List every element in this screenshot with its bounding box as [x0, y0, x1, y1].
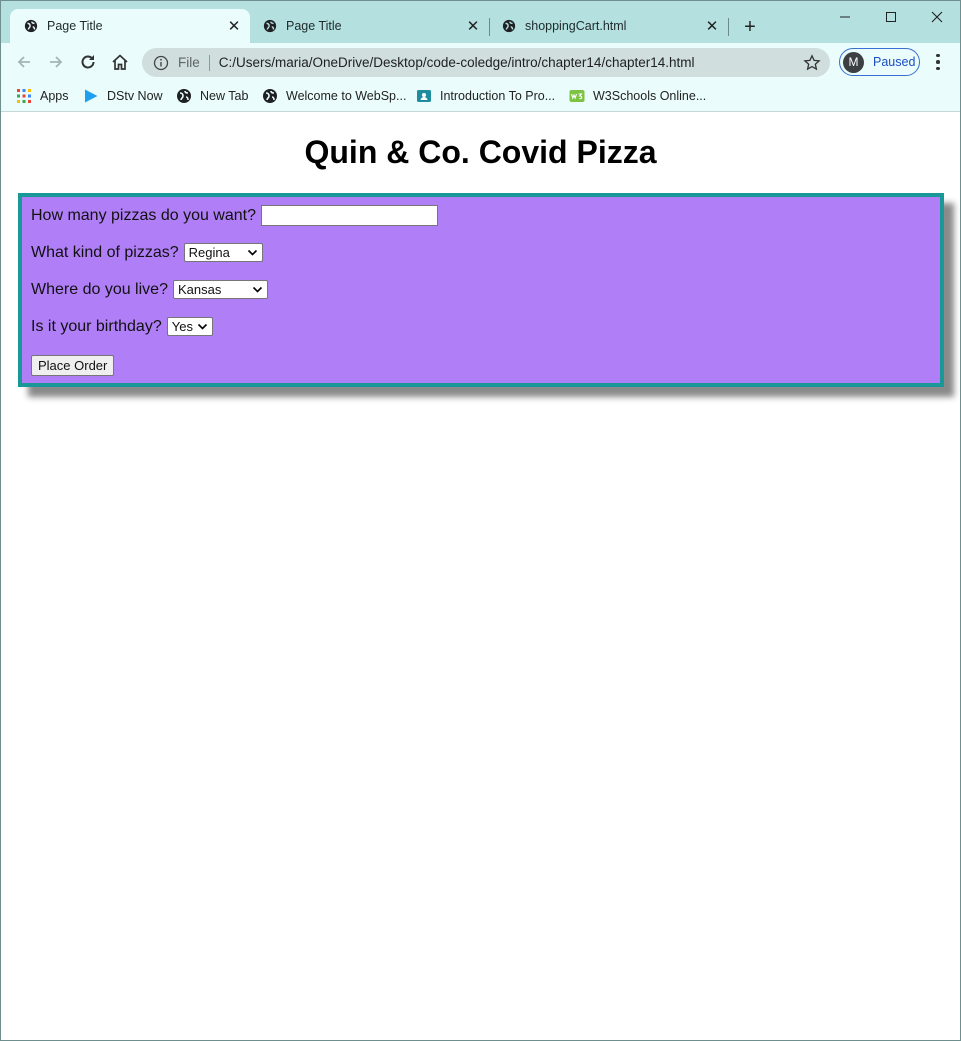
tab-page-title-1[interactable]: Page Title ✕ — [10, 9, 250, 43]
pizza-kind-select[interactable]: Regina — [183, 243, 263, 262]
bookmarks-bar: Apps DStv Now New Tab Welcome to WebSp..… — [1, 81, 960, 112]
close-window-button[interactable] — [914, 3, 960, 31]
pizza-kind-label: What kind of pizzas? — [31, 243, 179, 261]
browser-window: Page Title ✕ Page Title ✕ shoppingCart.h… — [0, 0, 961, 1041]
forward-arrow-icon — [50, 56, 63, 68]
apps-grid-icon — [17, 89, 31, 103]
bookmark-welcome-websp[interactable]: Welcome to WebSp... — [262, 85, 406, 107]
close-icon — [931, 11, 943, 23]
close-tab-icon[interactable]: ✕ — [463, 17, 483, 35]
maximize-button[interactable] — [868, 3, 914, 31]
quantity-row: How many pizzas do you want? — [31, 205, 438, 226]
globe-icon — [263, 89, 277, 103]
tab-title: Page Title — [286, 19, 342, 33]
minimize-icon — [840, 16, 850, 18]
birthday-select[interactable]: Yes — [166, 317, 213, 336]
bookmark-label: W3Schools Online... — [593, 89, 707, 103]
bookmark-dstv-now[interactable]: DStv Now — [83, 85, 163, 107]
home-icon — [112, 54, 128, 70]
close-tab-icon[interactable]: ✕ — [224, 17, 244, 35]
dstv-play-icon — [85, 89, 98, 103]
birthday-label: Is it your birthday? — [31, 317, 162, 335]
page-title: Quin & Co. Covid Pizza — [304, 134, 657, 170]
bookmark-label: DStv Now — [107, 89, 163, 103]
profile-status: Paused — [873, 55, 916, 69]
birthday-row: Is it your birthday? Yes — [31, 317, 213, 336]
quantity-input[interactable] — [261, 205, 438, 226]
browser-toolbar: File C:/Users/maria/OneDrive/Desktop/cod… — [1, 43, 960, 81]
globe-icon — [502, 19, 516, 33]
reload-button[interactable] — [77, 51, 99, 73]
reload-icon — [81, 55, 95, 69]
globe-icon — [177, 89, 191, 103]
location-label: Where do you live? — [31, 280, 168, 298]
bookmark-star-icon[interactable] — [803, 53, 821, 72]
bookmark-label: New Tab — [200, 89, 249, 103]
back-button[interactable] — [13, 51, 35, 73]
menu-icon[interactable] — [929, 52, 947, 72]
chevron-down-icon — [197, 323, 207, 330]
bookmark-apps[interactable]: Apps — [16, 85, 69, 107]
location-row: Where do you live? Kansas — [31, 280, 268, 299]
home-button[interactable] — [109, 51, 131, 73]
chevron-down-icon — [252, 286, 263, 293]
tab-title: Page Title — [47, 19, 103, 33]
tab-title: shoppingCart.html — [525, 19, 627, 33]
maximize-icon — [886, 12, 896, 22]
close-tab-icon[interactable]: ✕ — [702, 17, 722, 35]
chevron-down-icon — [247, 249, 257, 256]
tab-strip: Page Title ✕ Page Title ✕ shoppingCart.h… — [1, 1, 960, 43]
globe-icon — [263, 19, 277, 33]
info-icon[interactable] — [153, 55, 169, 71]
bookmark-w3schools[interactable]: W3Schools Online... — [569, 85, 706, 107]
w3schools-icon — [569, 90, 585, 102]
minimize-button[interactable] — [822, 3, 868, 31]
scheme-label: File — [178, 55, 200, 70]
page-viewport: Quin & Co. Covid Pizza How many pizzas d… — [1, 113, 960, 1040]
birthday-selected: Yes — [171, 319, 193, 334]
forward-button[interactable] — [45, 51, 67, 73]
tab-shopping-cart[interactable]: shoppingCart.html ✕ — [488, 9, 728, 43]
profile-button[interactable]: M Paused — [839, 48, 920, 76]
pizza-kind-row: What kind of pizzas? Regina — [31, 243, 263, 262]
new-tab-button[interactable]: + — [739, 16, 761, 38]
place-order-button[interactable]: Place Order — [31, 355, 115, 376]
url-text[interactable]: C:/Users/maria/OneDrive/Desktop/code-col… — [219, 55, 803, 70]
globe-icon — [24, 19, 38, 33]
bookmark-label: Apps — [40, 89, 69, 103]
avatar: M — [843, 51, 864, 73]
location-select[interactable]: Kansas — [172, 280, 268, 299]
tab-separator — [728, 18, 729, 36]
bookmark-label: Introduction To Pro... — [440, 89, 556, 103]
tab-page-title-2[interactable]: Page Title ✕ — [249, 9, 489, 43]
submit-row: Place Order — [31, 355, 115, 376]
address-bar[interactable]: File C:/Users/maria/OneDrive/Desktop/cod… — [142, 48, 830, 77]
back-arrow-icon — [17, 56, 30, 68]
order-form: How many pizzas do you want? What kind o… — [18, 193, 944, 387]
address-separator — [208, 54, 210, 71]
classroom-icon — [417, 90, 431, 102]
bookmark-label: Welcome to WebSp... — [286, 89, 407, 103]
quantity-label: How many pizzas do you want? — [31, 206, 256, 224]
bookmark-new-tab[interactable]: New Tab — [176, 85, 248, 107]
pizza-kind-selected: Regina — [188, 245, 230, 260]
location-selected: Kansas — [177, 282, 222, 297]
bookmark-introduction[interactable]: Introduction To Pro... — [416, 85, 555, 107]
